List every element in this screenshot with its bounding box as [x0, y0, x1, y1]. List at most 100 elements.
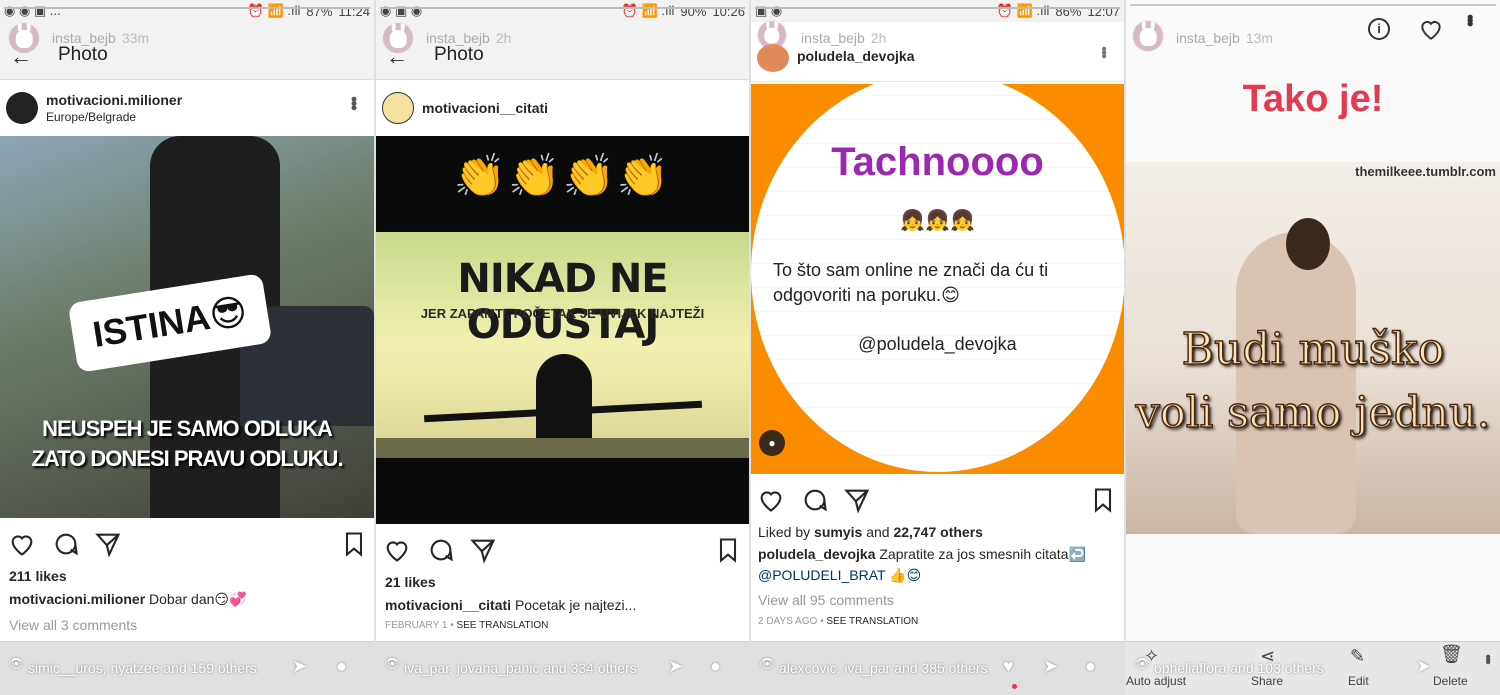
heart-icon[interactable]	[383, 536, 411, 564]
caption: poludela_devojka Zapratite za jos smesni…	[758, 545, 1116, 564]
eye-icon: 👁	[8, 656, 25, 671]
viewers-text[interactable]: alexcovic, iva_par and 385 others	[779, 660, 988, 676]
share-icon[interactable]	[843, 486, 871, 514]
likes-count[interactable]: 211 likes	[9, 568, 67, 584]
story-username[interactable]: insta_bejb 2h	[801, 30, 886, 46]
status-left-icons: ◉ ◉ ▣ ...	[4, 3, 61, 18]
delete-icon[interactable]: 🗑	[1440, 644, 1463, 665]
post-handle: @poludela_devojka	[858, 334, 1017, 354]
caption-mention[interactable]: @POLUDELI_BRAT 👍😊	[758, 566, 1116, 585]
post-actions	[376, 530, 749, 570]
more-options-icon[interactable]: •••	[1094, 46, 1112, 57]
page-title: Photo	[58, 44, 108, 65]
status-bar: ▣ ◉ ⏰ 📶 .ıll 86% 12:07	[751, 0, 1124, 22]
post-avatar[interactable]	[757, 44, 789, 72]
comment-icon[interactable]	[52, 530, 80, 558]
liked-by[interactable]: Liked by sumyis and 22,747 others	[758, 523, 1116, 542]
back-arrow-icon[interactable]: ←	[386, 44, 408, 70]
post-username[interactable]: motivacioni__citati	[422, 100, 548, 116]
likes-count[interactable]: 21 likes	[385, 574, 436, 590]
back-arrow-icon[interactable]: ←	[10, 44, 32, 70]
profile-icon[interactable]: ●	[710, 656, 721, 677]
story-title: Tako je!	[1242, 78, 1384, 120]
tagged-user-icon[interactable]: ●	[759, 430, 785, 456]
caption-text: Dobar dan😏💞	[149, 591, 247, 607]
liked-by-others: 22,747 others	[893, 524, 983, 540]
bookmark-icon[interactable]	[340, 530, 368, 558]
caption-text: Zapratite za jos smesnih citata↩️	[879, 546, 1086, 562]
battery-level: 87%	[306, 3, 333, 19]
share-icon[interactable]	[469, 536, 497, 564]
auto-adjust-icon[interactable]: ✧	[1144, 646, 1159, 667]
share-button[interactable]: Share	[1251, 674, 1283, 688]
couple-shape	[1236, 232, 1356, 534]
send-icon[interactable]: ➤	[668, 656, 683, 677]
story-username[interactable]: insta_bejb 13m	[1176, 30, 1273, 46]
story-progress-bar	[755, 7, 1120, 9]
caption-username: motivacioni__citati	[385, 597, 512, 613]
see-translation-link[interactable]: SEE TRANSLATION	[457, 620, 549, 631]
story-avatar[interactable]	[1132, 20, 1164, 52]
share-tool-icon[interactable]: ⋖	[1260, 646, 1275, 667]
viewers-text[interactable]: iva_par, jovana_panic and 334 others	[404, 660, 637, 676]
profile-icon[interactable]: ●	[1085, 656, 1096, 677]
heart-icon[interactable]	[757, 486, 785, 514]
battery-level: 90%	[680, 3, 707, 19]
view-comments-link[interactable]: View all 3 comments	[9, 617, 137, 633]
bookmark-icon[interactable]	[714, 536, 742, 564]
poster-subline: JER ZAPAMTI, POČETAK JE UVIJEK NAJTEŽI	[420, 306, 705, 321]
clock: 10:26	[712, 3, 745, 19]
post-meta: 2 DAYS AGO • SEE TRANSLATION	[758, 616, 919, 627]
share-icon[interactable]	[94, 530, 122, 558]
edit-icon[interactable]: ✎	[1350, 646, 1365, 667]
panel-1: ◉ ◉ ▣ ... ⏰ 📶 .ıll 87% 11:24 insta_bejb 3…	[0, 0, 374, 695]
panel-3: ▣ ◉ ⏰ 📶 .ıll 86% 12:07 insta_bejb 2h polu…	[751, 0, 1124, 695]
post-avatar[interactable]	[382, 92, 414, 124]
caption: motivacioni__citati Pocetak je najtezi..…	[385, 596, 741, 615]
heart-icon[interactable]	[1418, 16, 1444, 42]
post-image[interactable]: Tachnoooo 👧👧👧 To što sam online ne znači…	[751, 84, 1124, 474]
head-shape	[1286, 218, 1330, 270]
more-options-icon[interactable]: •••	[343, 96, 364, 109]
caption-username: poludela_devojka	[758, 546, 876, 562]
caption-text: Pocetak je najtezi...	[514, 597, 637, 613]
gallery-more-icon[interactable]: •••	[1478, 654, 1496, 662]
comment-icon[interactable]	[801, 486, 829, 514]
bookmark-icon[interactable]	[1089, 486, 1117, 514]
post-image[interactable]: 👏👏👏👏 NIKAD NE ODUSTAJ JER ZAPAMTI, POČET…	[376, 136, 749, 524]
edit-button[interactable]: Edit	[1348, 674, 1369, 688]
post-avatar[interactable]	[6, 92, 38, 124]
page-title: Photo	[434, 44, 484, 65]
screenshot-collage: ◉ ◉ ▣ ... ⏰ 📶 .ıll 87% 11:24 insta_bejb 3…	[0, 0, 1500, 695]
viewers-text[interactable]: simic__uros, nyatzee and 159 others	[28, 660, 257, 676]
heart-icon[interactable]	[8, 530, 36, 558]
story-footer: 👁 alexcovic, iva_par and 385 others ♥ ➤ …	[751, 641, 1124, 695]
post-location[interactable]: Europe/Belgrade	[46, 110, 136, 124]
poster-headline: NIKAD NE ODUSTAJ	[457, 256, 668, 348]
post-title: Tachnoooo	[831, 140, 1044, 184]
delete-button[interactable]: Delete	[1433, 674, 1468, 688]
send-icon[interactable]: ➤	[1416, 656, 1431, 677]
info-icon[interactable]: i	[1368, 18, 1390, 40]
story-footer: 👁 simic__uros, nyatzee and 159 others ➤ …	[0, 641, 374, 695]
heart-tab-icon[interactable]: ♥	[1003, 656, 1014, 677]
post-image[interactable]: ISTINA😎 NEUSPEH JE SAMO ODLUKA ZATO DONE…	[0, 136, 374, 518]
send-icon[interactable]: ➤	[292, 656, 307, 677]
story-footer: 👁 iva_par, jovana_panic and 334 others ➤…	[376, 641, 749, 695]
auto-adjust-button[interactable]: Auto adjust	[1126, 674, 1186, 688]
post-username[interactable]: motivacioni.milioner	[46, 92, 182, 108]
comment-icon[interactable]	[427, 536, 455, 564]
status-left-icons: ▣ ◉	[755, 3, 783, 18]
eye-icon: 👁	[384, 656, 401, 671]
post-username[interactable]: poludela_devojka	[797, 48, 914, 64]
story-image[interactable]: themilkeee.tumblr.com Budi muško voli sa…	[1126, 162, 1500, 534]
profile-icon[interactable]: ●	[336, 656, 347, 677]
send-icon[interactable]: ➤	[1043, 656, 1058, 677]
post-body: To što sam online ne znači da ću ti odgo…	[773, 260, 1049, 305]
view-comments-link[interactable]: View all 95 comments	[758, 592, 894, 608]
story-time: 13m	[1245, 30, 1274, 46]
post-meta: FEBRUARY 1 • SEE TRANSLATION	[385, 620, 549, 631]
more-options-icon[interactable]: •••	[1459, 14, 1480, 24]
post-header: motivacioni.milioner Europe/Belgrade •••	[0, 82, 374, 136]
see-translation-link[interactable]: SEE TRANSLATION	[826, 616, 918, 627]
